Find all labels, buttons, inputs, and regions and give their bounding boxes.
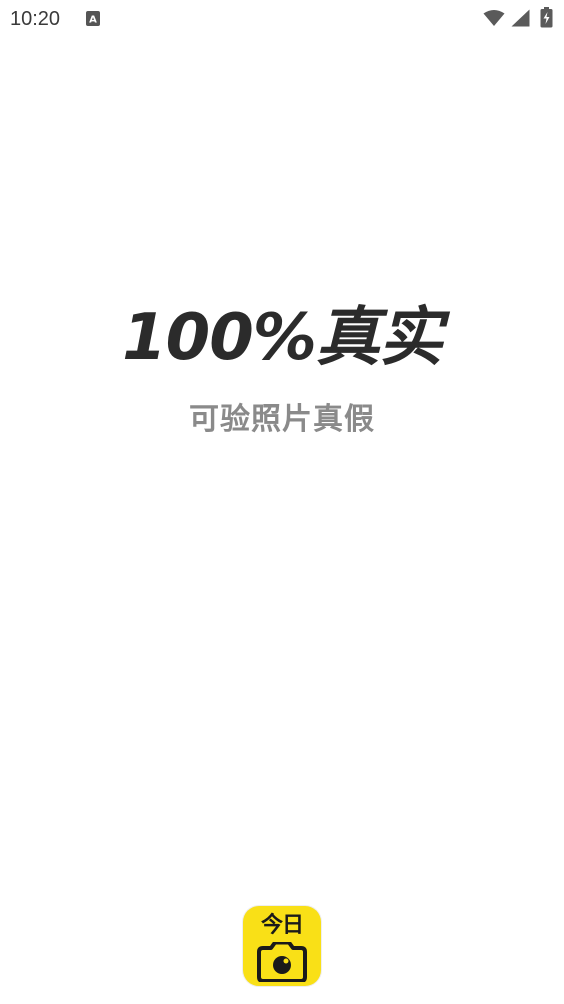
a-notification-icon: A [86, 11, 100, 26]
app-logo: 今日 [243, 906, 321, 986]
wifi-icon [483, 10, 505, 26]
status-bar: 10:20 A [0, 0, 564, 38]
status-time: 10:20 [10, 8, 61, 30]
camera-icon [257, 942, 307, 982]
splash-subtitle: 可验照片真假 [189, 402, 375, 437]
app-logo-text: 今日 [260, 913, 304, 938]
svg-text:A: A [89, 15, 97, 26]
splash-headline: 100%真实 [122, 301, 443, 375]
cell-signal-icon [511, 9, 530, 27]
battery-charging-icon [540, 7, 553, 28]
